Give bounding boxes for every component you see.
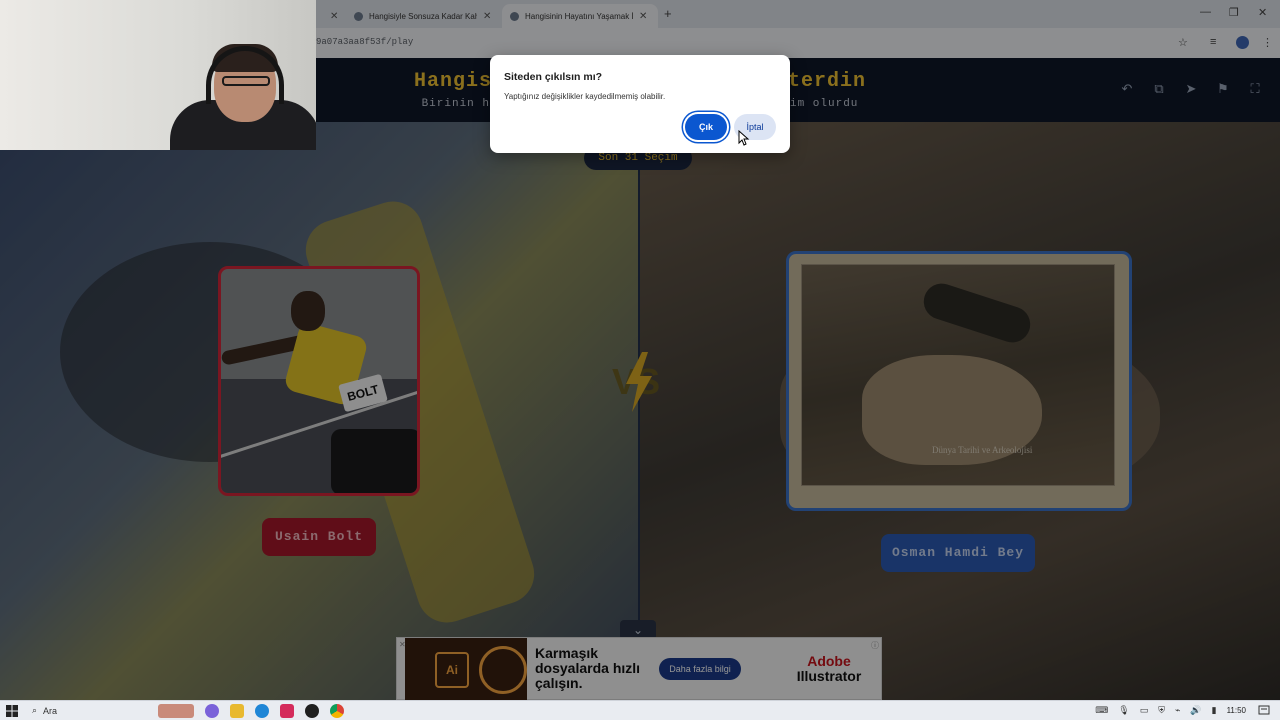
mouse-cursor-icon	[738, 130, 750, 146]
tab-hangisiyle[interactable]: Hangisiyle Sonsuza Kadar Kah ✕	[346, 4, 500, 28]
taskbar-pinned-apps	[158, 704, 344, 718]
vs-lightning-icon: VS	[612, 352, 660, 412]
bookmark-star-icon[interactable]: ☆	[1178, 36, 1188, 49]
file-explorer-icon[interactable]	[230, 704, 244, 718]
left-choice-button[interactable]: Usain Bolt	[262, 518, 376, 556]
advertisement-banner[interactable]: ✕ Ai Karmaşık dosyalarda hızlı çalışın. …	[396, 637, 882, 700]
notification-icon[interactable]	[1258, 705, 1270, 717]
search-label: Ara	[43, 705, 58, 716]
photo-caption	[801, 490, 1121, 504]
taskbar-search[interactable]: ⌕ Ara	[32, 705, 57, 716]
keyboard-icon[interactable]: ⌨	[1095, 705, 1108, 716]
minimize-icon[interactable]: —	[1200, 6, 1211, 18]
copy-link-icon[interactable]: ⧉	[1150, 80, 1168, 98]
security-icon[interactable]: ⛨	[1158, 705, 1165, 716]
tiktok-icon[interactable]	[280, 704, 294, 718]
windows-start-icon[interactable]	[6, 705, 18, 717]
right-choice-button[interactable]: Osman Hamdi Bey	[881, 534, 1035, 572]
dialog-message: Yaptığınız değişiklikler kaydedilmemiş o…	[504, 92, 666, 101]
news-widget-icon[interactable]	[158, 704, 194, 718]
tab-favicon-icon	[510, 11, 519, 21]
tab-title: Hangisiyle Sonsuza Kadar Kah	[369, 11, 477, 21]
game-page: Hangis terdin Birinin h im olurdu ↶ ⧉ ➤ ⚑ …	[0, 58, 1280, 700]
webcam-overlay	[0, 0, 316, 150]
new-tab-icon[interactable]: +	[664, 6, 672, 21]
share-send-icon[interactable]: ➤	[1182, 80, 1200, 98]
adchoices-icon[interactable]: ⓘ	[871, 640, 879, 651]
close-window-icon[interactable]: ✕	[1258, 6, 1267, 19]
report-flag-icon[interactable]: ⚑	[1214, 80, 1232, 98]
header-actions: ↶ ⧉ ➤ ⚑ ⛶	[1118, 80, 1264, 98]
ad-artwork: Ai	[405, 638, 527, 700]
clock[interactable]: 11:50	[1227, 706, 1246, 715]
tab-title: Hangisinin Hayatını Yaşamak İs	[525, 11, 633, 21]
os-taskbar: ⌕ Ara ⌨ 🎙 ▭ ⛨ ⌁ 🔊 ▮ 11:50	[0, 700, 1280, 720]
photo-watermark: Dünya Tarihi ve Arkeolojisi	[932, 445, 1033, 455]
url-text[interactable]: 9a07a3aa8f53f/play	[316, 37, 413, 47]
tab-hangisinin[interactable]: Hangisinin Hayatını Yaşamak İs ✕	[502, 4, 658, 28]
restore-icon[interactable]: ❐	[1229, 6, 1239, 19]
volume-icon[interactable]: 🔊	[1190, 705, 1201, 716]
illustrator-logo-icon: Ai	[435, 652, 469, 688]
media-list-icon[interactable]: ≡	[1210, 36, 1216, 48]
edge-browser-icon[interactable]	[255, 704, 269, 718]
tab-close-prev[interactable]: ✕	[322, 4, 346, 28]
profile-avatar[interactable]	[1236, 36, 1249, 49]
historic-photo: Dünya Tarihi ve Arkeolojisi	[801, 264, 1115, 486]
undo-icon[interactable]: ↶	[1118, 80, 1136, 98]
fullscreen-icon[interactable]: ⛶	[1246, 80, 1264, 98]
dialog-title: Siteden çıkılsın mı?	[504, 71, 603, 83]
ad-cta-button[interactable]: Daha fazla bilgi	[659, 658, 741, 680]
right-choice-card[interactable]: Dünya Tarihi ve Arkeolojisi	[786, 251, 1132, 511]
battery-icon[interactable]: ▮	[1212, 705, 1217, 716]
tab-favicon-icon	[354, 11, 363, 21]
openai-icon[interactable]	[305, 704, 319, 718]
tab-close-icon[interactable]: ✕	[483, 11, 491, 22]
system-tray: ⌨ 🎙 ▭ ⛨ ⌁ 🔊 ▮ 11:50	[1095, 705, 1246, 716]
microphone-icon[interactable]: 🎙	[1118, 705, 1129, 716]
left-choice-card[interactable]: BOLT	[218, 266, 420, 496]
tab-close-icon[interactable]: ✕	[639, 11, 647, 22]
menu-kebab-icon[interactable]: ⋮	[1262, 36, 1273, 49]
ad-brand: Adobe Illustrator	[796, 653, 862, 684]
leave-button[interactable]: Çık	[685, 114, 727, 140]
display-icon[interactable]: ▭	[1140, 705, 1149, 716]
network-icon[interactable]: ⌁	[1175, 705, 1180, 716]
chrome-browser-icon[interactable]	[330, 704, 344, 718]
copilot-icon[interactable]	[205, 704, 219, 718]
search-icon: ⌕	[32, 705, 38, 715]
ad-headline: Karmaşık dosyalarda hızlı çalışın.	[535, 645, 641, 691]
